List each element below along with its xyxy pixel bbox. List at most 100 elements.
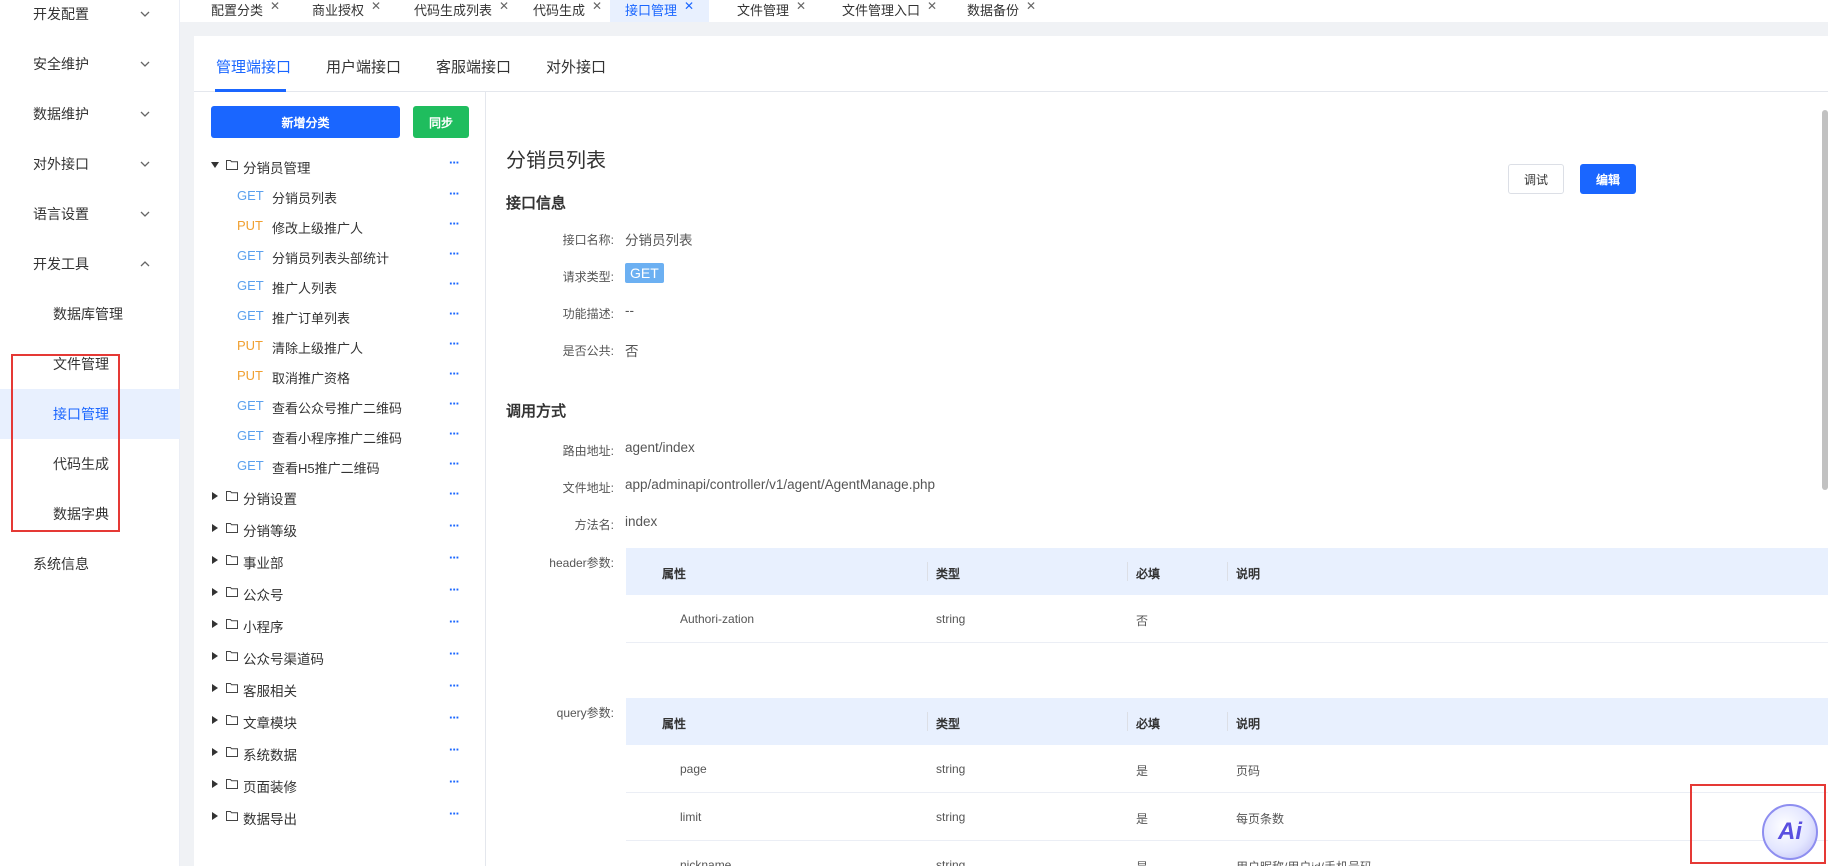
close-icon[interactable]: ✕ [684,0,694,13]
caret-right-icon[interactable] [212,524,218,532]
sidebar-item-9[interactable]: 代码生成 [0,439,180,489]
more-icon[interactable]: ··· [449,486,460,501]
more-icon[interactable]: ··· [449,396,460,411]
api-item[interactable]: GET 查看公众号推广二维码 ··· [194,393,485,419]
more-icon[interactable]: ··· [449,614,460,629]
folder-icon [226,160,238,170]
sidebar-item-7[interactable]: 文件管理 [0,339,180,389]
sync-button[interactable]: 同步 [413,106,469,138]
caret-right-icon[interactable] [212,556,218,564]
close-icon[interactable]: ✕ [1026,0,1036,13]
more-icon[interactable]: ··· [449,186,460,201]
api-folder[interactable]: 系统数据 ··· [194,739,485,765]
more-icon[interactable]: ··· [449,806,460,821]
subtab-2[interactable]: 客服端接口 [436,56,511,77]
tab-1[interactable]: 商业授权 ✕ [312,0,381,22]
more-icon[interactable]: ··· [449,456,460,471]
tab-7[interactable]: 数据备份 ✕ [967,0,1036,22]
scrollbar[interactable] [1822,110,1828,490]
caret-right-icon[interactable] [212,652,218,660]
api-item[interactable]: GET 查看小程序推广二维码 ··· [194,423,485,449]
more-icon[interactable]: ··· [449,774,460,789]
caret-down-icon[interactable] [211,162,219,168]
close-icon[interactable]: ✕ [270,0,280,13]
more-icon[interactable]: ··· [449,306,460,321]
close-icon[interactable]: ✕ [592,0,602,13]
sidebar-item-10[interactable]: 数据字典 [0,489,180,539]
sidebar-item-8[interactable]: 接口管理 [0,389,180,439]
tab-0[interactable]: 配置分类 ✕ [211,0,280,22]
debug-button[interactable]: 调试 [1508,164,1564,194]
more-icon[interactable]: ··· [449,646,460,661]
more-icon[interactable]: ··· [449,550,460,565]
api-item[interactable]: PUT 清除上级推广人 ··· [194,333,485,359]
api-item[interactable]: PUT 取消推广资格 ··· [194,363,485,389]
api-folder[interactable]: 页面装修 ··· [194,771,485,797]
sidebar-item-2[interactable]: 数据维护 [0,89,180,139]
api-item[interactable]: PUT 修改上级推广人 ··· [194,213,485,239]
close-icon[interactable]: ✕ [499,0,509,13]
api-folder[interactable]: 数据导出 ··· [194,803,485,829]
sidebar-item-6[interactable]: 数据库管理 [0,289,180,339]
more-icon[interactable]: ··· [449,216,460,231]
caret-right-icon[interactable] [212,620,218,628]
table-cell: Authori-zation [680,612,755,626]
sidebar-item-4[interactable]: 语言设置 [0,189,180,239]
close-icon[interactable]: ✕ [927,0,937,13]
tab-3[interactable]: 代码生成 ✕ [533,0,602,22]
subtab-1[interactable]: 用户端接口 [326,56,401,77]
sidebar-item-3[interactable]: 对外接口 [0,139,180,189]
caret-right-icon[interactable] [212,492,218,500]
sidebar-item-0[interactable]: 开发配置 [0,0,180,39]
close-icon[interactable]: ✕ [371,0,381,13]
more-icon[interactable]: ··· [449,710,460,725]
ai-assistant-button[interactable]: Ai [1762,804,1818,860]
api-folder[interactable]: 分销等级 ··· [194,515,485,541]
more-icon[interactable]: ··· [449,366,460,381]
sidebar-item-1[interactable]: 安全维护 [0,39,180,89]
api-item[interactable]: GET 查看H5推广二维码 ··· [194,453,485,479]
caret-right-icon[interactable] [212,812,218,820]
api-folder[interactable]: 公众号 ··· [194,579,485,605]
api-folder[interactable]: 分销员管理 ··· [194,152,485,178]
api-folder[interactable]: 文章模块 ··· [194,707,485,733]
http-method-tag: GET [237,398,264,413]
caret-right-icon[interactable] [212,780,218,788]
more-icon[interactable]: ··· [449,276,460,291]
add-category-button[interactable]: 新增分类 [211,106,400,138]
api-folder[interactable]: 小程序 ··· [194,611,485,637]
tab-2[interactable]: 代码生成列表 ✕ [414,0,509,22]
more-icon[interactable]: ··· [449,582,460,597]
api-folder[interactable]: 客服相关 ··· [194,675,485,701]
field-value: app/adminapi/controller/v1/agent/AgentMa… [625,477,935,492]
api-folder[interactable]: 事业部 ··· [194,547,485,573]
more-icon[interactable]: ··· [449,426,460,441]
subtab-3[interactable]: 对外接口 [546,56,606,77]
api-folder-label: 页面装修 [243,780,297,795]
more-icon[interactable]: ··· [449,678,460,693]
edit-button[interactable]: 编辑 [1580,164,1636,194]
close-icon[interactable]: ✕ [796,0,806,13]
tab-5[interactable]: 文件管理 ✕ [737,0,806,22]
sidebar-item-11[interactable]: 系统信息 [0,539,180,589]
subtab-0[interactable]: 管理端接口 [216,56,291,77]
more-icon[interactable]: ··· [449,518,460,533]
caret-right-icon[interactable] [212,588,218,596]
caret-right-icon[interactable] [212,684,218,692]
caret-right-icon[interactable] [212,716,218,724]
sidebar-item-5[interactable]: 开发工具 [0,239,180,289]
caret-right-icon[interactable] [212,748,218,756]
api-folder[interactable]: 公众号渠道码 ··· [194,643,485,669]
api-item[interactable]: GET 推广订单列表 ··· [194,303,485,329]
more-icon[interactable]: ··· [449,246,460,261]
more-icon[interactable]: ··· [449,336,460,351]
api-folder[interactable]: 分销设置 ··· [194,483,485,509]
api-item[interactable]: GET 分销员列表 ··· [194,183,485,209]
tab-4[interactable]: 接口管理 ✕ [610,0,710,22]
api-item[interactable]: GET 分销员列表头部统计 ··· [194,243,485,269]
tab-6[interactable]: 文件管理入口 ✕ [842,0,937,22]
more-icon[interactable]: ··· [449,742,460,757]
api-item-label: 修改上级推广人 [272,221,364,236]
api-item[interactable]: GET 推广人列表 ··· [194,273,485,299]
more-icon[interactable]: ··· [449,155,460,170]
